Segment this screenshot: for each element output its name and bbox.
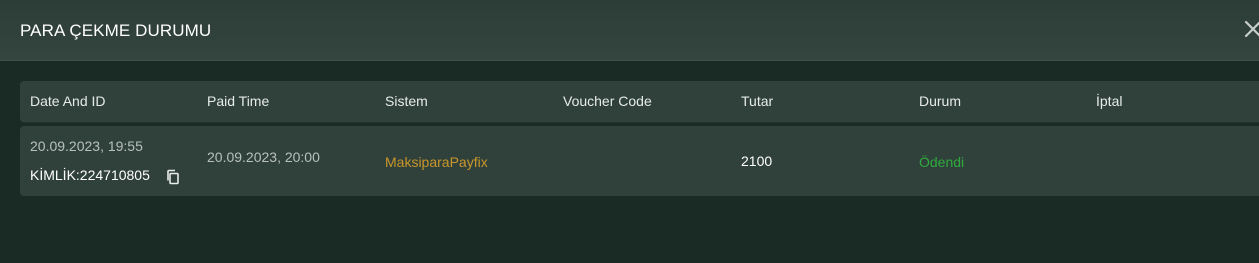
column-header-voucher-code: Voucher Code — [563, 93, 652, 109]
column-header-tutar: Tutar — [741, 93, 774, 109]
modal-header: PARA ÇEKME DURUMU — [0, 0, 1259, 61]
close-button[interactable] — [1242, 18, 1259, 40]
column-header-iptal: İptal — [1096, 93, 1123, 109]
row-sistem: MaksiparaPayfix — [385, 154, 488, 170]
withdrawal-table: Date And ID Paid Time Sistem Voucher Cod… — [20, 81, 1259, 196]
column-header-date-id: Date And ID — [30, 93, 106, 109]
column-header-paid-time: Paid Time — [207, 93, 270, 109]
row-durum-status: Ödendi — [919, 154, 965, 170]
column-header-durum: Durum — [919, 93, 962, 109]
row-paid-time: 20.09.2023, 20:00 — [207, 149, 320, 165]
row-date: 20.09.2023, 19:55 — [30, 138, 143, 154]
row-tutar: 2100 — [741, 153, 773, 169]
copy-icon — [167, 169, 179, 185]
row-id: KİMLİK:224710805 — [30, 167, 150, 183]
modal-title: PARA ÇEKME DURUMU — [20, 21, 212, 40]
table-row: 20.09.2023, 19:55 KİMLİK:224710805 20.09… — [20, 126, 1259, 196]
close-icon — [1244, 20, 1259, 38]
table-header: Date And ID Paid Time Sistem Voucher Cod… — [20, 81, 1259, 122]
copy-id-button[interactable] — [165, 169, 181, 185]
column-header-sistem: Sistem — [385, 93, 428, 109]
